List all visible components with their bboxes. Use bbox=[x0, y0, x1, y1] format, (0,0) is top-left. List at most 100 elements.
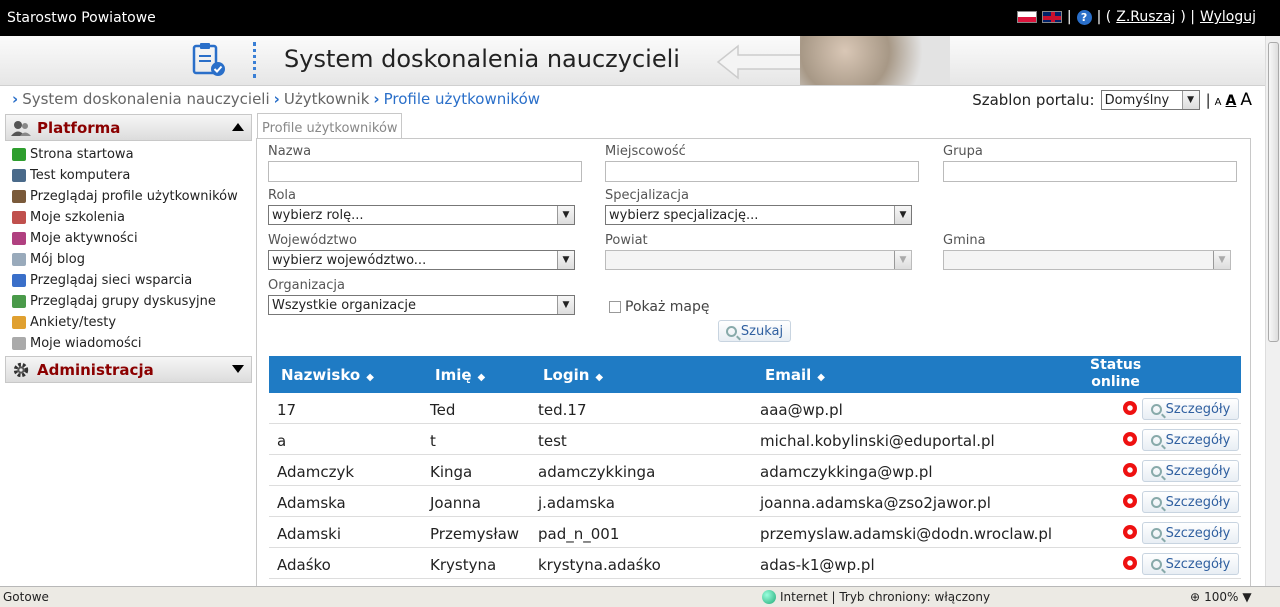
details-label: Szczegóły bbox=[1165, 463, 1231, 479]
table-header: Nazwisko ◆ Imię ◆ Login ◆ Email ◆ Status onli… bbox=[269, 356, 1241, 393]
logout-link[interactable]: Wyloguj bbox=[1200, 9, 1256, 25]
details-label: Szczegóły bbox=[1165, 432, 1231, 448]
details-button[interactable]: Szczegóły bbox=[1142, 460, 1239, 482]
search-button[interactable]: Szukaj bbox=[718, 320, 791, 342]
chevron-down-icon: ▼ bbox=[557, 296, 574, 314]
section-platforma[interactable]: Platforma bbox=[5, 114, 252, 141]
search-icon bbox=[1150, 434, 1162, 446]
breadcrumb-item-user[interactable]: Użytkownik bbox=[284, 90, 370, 108]
status-text: Gotowe bbox=[3, 590, 49, 604]
details-button[interactable]: Szczegóły bbox=[1142, 522, 1239, 544]
menu-item-icon bbox=[12, 148, 26, 161]
organizacja-select[interactable]: Wszystkie organizacje ▼ bbox=[268, 295, 575, 315]
polish-flag-icon[interactable] bbox=[1016, 11, 1037, 23]
table-row: Adamska Joanna j.adamska joanna.adamska@zso… bbox=[269, 486, 1241, 517]
sidebar-item-label: Strona startowa bbox=[30, 147, 134, 162]
tab-profile-uzytkownikow[interactable]: Profile użytkowników bbox=[257, 113, 402, 139]
template-selector: Szablon portalu: Domyślny ▼ | A A A bbox=[972, 90, 1252, 110]
powiat-select[interactable]: ▼ bbox=[605, 250, 912, 270]
expand-arrow-icon[interactable] bbox=[232, 365, 244, 373]
header-email[interactable]: Email ◆ bbox=[765, 366, 825, 384]
gmina-label: Gmina bbox=[943, 233, 986, 248]
cell-login: adamczykkinga bbox=[538, 463, 656, 481]
collapse-arrow-icon[interactable] bbox=[232, 123, 244, 131]
user-link[interactable]: Z.Ruszaj bbox=[1116, 9, 1175, 25]
cell-email: joanna.adamska@zso2jawor.pl bbox=[760, 494, 991, 512]
sidebar-item[interactable]: Mój blog bbox=[12, 249, 252, 270]
table-row: 17 Ted ted.17 aaa@wp.pl Szczegóły bbox=[269, 393, 1241, 424]
vertical-scrollbar[interactable] bbox=[1265, 36, 1280, 586]
cell-login: ted.17 bbox=[538, 401, 587, 419]
breadcrumb-item-home[interactable]: System doskonalenia nauczycieli bbox=[22, 90, 269, 108]
font-small-link[interactable]: A bbox=[1215, 97, 1222, 108]
users-icon bbox=[11, 120, 31, 136]
gmina-select[interactable]: ▼ bbox=[943, 250, 1231, 270]
sort-icon: ◆ bbox=[477, 372, 486, 383]
show-map-checkbox[interactable]: Pokaż mapę bbox=[609, 299, 709, 315]
scrollbar-thumb[interactable] bbox=[1268, 42, 1279, 342]
wojewodztwo-select[interactable]: wybierz województwo... ▼ bbox=[268, 250, 575, 270]
section-administracja[interactable]: Administracja bbox=[5, 356, 252, 383]
details-button[interactable]: Szczegóły bbox=[1142, 429, 1239, 451]
sidebar-item[interactable]: Przeglądaj grupy dyskusyjne bbox=[12, 291, 252, 312]
sort-icon: ◆ bbox=[595, 372, 604, 383]
help-icon[interactable]: ? bbox=[1076, 9, 1092, 25]
sidebar-item[interactable]: Przeglądaj sieci wsparcia bbox=[12, 270, 252, 291]
nazwa-label: Nazwa bbox=[268, 144, 312, 159]
sidebar-item[interactable]: Moje aktywności bbox=[12, 228, 252, 249]
sidebar-item-label: Mój blog bbox=[30, 252, 85, 267]
header-imie[interactable]: Imię ◆ bbox=[435, 366, 485, 384]
cell-imie: Krystyna bbox=[430, 556, 497, 574]
header-nazwisko[interactable]: Nazwisko ◆ bbox=[281, 366, 374, 384]
rola-select[interactable]: wybierz rolę... ▼ bbox=[268, 205, 575, 225]
sidebar-item-label: Moje wiadomości bbox=[30, 336, 142, 351]
menu-item-icon bbox=[12, 316, 26, 329]
chevron-down-icon: ▼ bbox=[557, 206, 574, 224]
status-offline-icon bbox=[1123, 401, 1137, 415]
details-button[interactable]: Szczegóły bbox=[1142, 553, 1239, 575]
cell-login: test bbox=[538, 432, 567, 450]
cell-imie: Kinga bbox=[430, 463, 473, 481]
sidebar-item[interactable]: Moje wiadomości bbox=[12, 333, 252, 354]
table-row: a t test michal.kobylinski@eduportal.pl Szcz… bbox=[269, 424, 1241, 455]
details-label: Szczegóły bbox=[1165, 401, 1231, 417]
details-label: Szczegóły bbox=[1165, 494, 1231, 510]
zoom-icon[interactable]: ⊕ bbox=[1190, 590, 1200, 604]
show-map-label: Pokaż mapę bbox=[625, 299, 710, 315]
cell-imie: Joanna bbox=[430, 494, 481, 512]
sidebar-item[interactable]: Ankiety/testy bbox=[12, 312, 252, 333]
english-flag-icon[interactable] bbox=[1041, 11, 1062, 23]
details-button[interactable]: Szczegóły bbox=[1142, 398, 1239, 420]
cell-login: j.adamska bbox=[538, 494, 615, 512]
sidebar-item[interactable]: Przeglądaj profile użytkowników bbox=[12, 186, 252, 207]
grupa-input[interactable] bbox=[943, 161, 1237, 182]
font-medium-link[interactable]: A bbox=[1226, 93, 1237, 109]
clipboard-check-icon bbox=[192, 43, 225, 76]
sidebar-item[interactable]: Strona startowa bbox=[12, 144, 252, 165]
sidebar-item[interactable]: Moje szkolenia bbox=[12, 207, 252, 228]
template-select[interactable]: Domyślny ▼ bbox=[1100, 90, 1200, 110]
specjalizacja-select[interactable]: wybierz specjalizację... ▼ bbox=[605, 205, 912, 225]
miejscowosc-label: Miejscowość bbox=[605, 144, 686, 159]
sidebar-item[interactable]: Test komputera bbox=[12, 165, 252, 186]
cell-imie: t bbox=[430, 432, 436, 450]
menu-item-icon bbox=[12, 274, 26, 287]
status-offline-icon bbox=[1123, 432, 1137, 446]
sidebar-item-label: Przeglądaj profile użytkowników bbox=[30, 189, 238, 204]
status-offline-icon bbox=[1123, 463, 1137, 477]
menu-item-icon bbox=[12, 169, 26, 182]
security-zone: Internet | Tryb chroniony: włączony bbox=[780, 590, 991, 604]
search-icon bbox=[1150, 465, 1162, 477]
header-login[interactable]: Login ◆ bbox=[543, 366, 603, 384]
zoom-level[interactable]: 100% bbox=[1204, 590, 1238, 604]
cell-imie: Przemysław bbox=[430, 525, 520, 543]
nazwa-input[interactable] bbox=[268, 161, 582, 182]
miejscowosc-input[interactable] bbox=[605, 161, 919, 182]
sidebar-item-label: Moje szkolenia bbox=[30, 210, 125, 225]
menu-item-icon bbox=[12, 232, 26, 245]
details-button[interactable]: Szczegóły bbox=[1142, 491, 1239, 513]
status-offline-icon bbox=[1123, 525, 1137, 539]
chevron-down-icon: ▼ bbox=[1213, 251, 1230, 269]
font-large-link[interactable]: A bbox=[1240, 90, 1252, 110]
breadcrumb-item-current[interactable]: Profile użytkowników bbox=[384, 90, 540, 108]
